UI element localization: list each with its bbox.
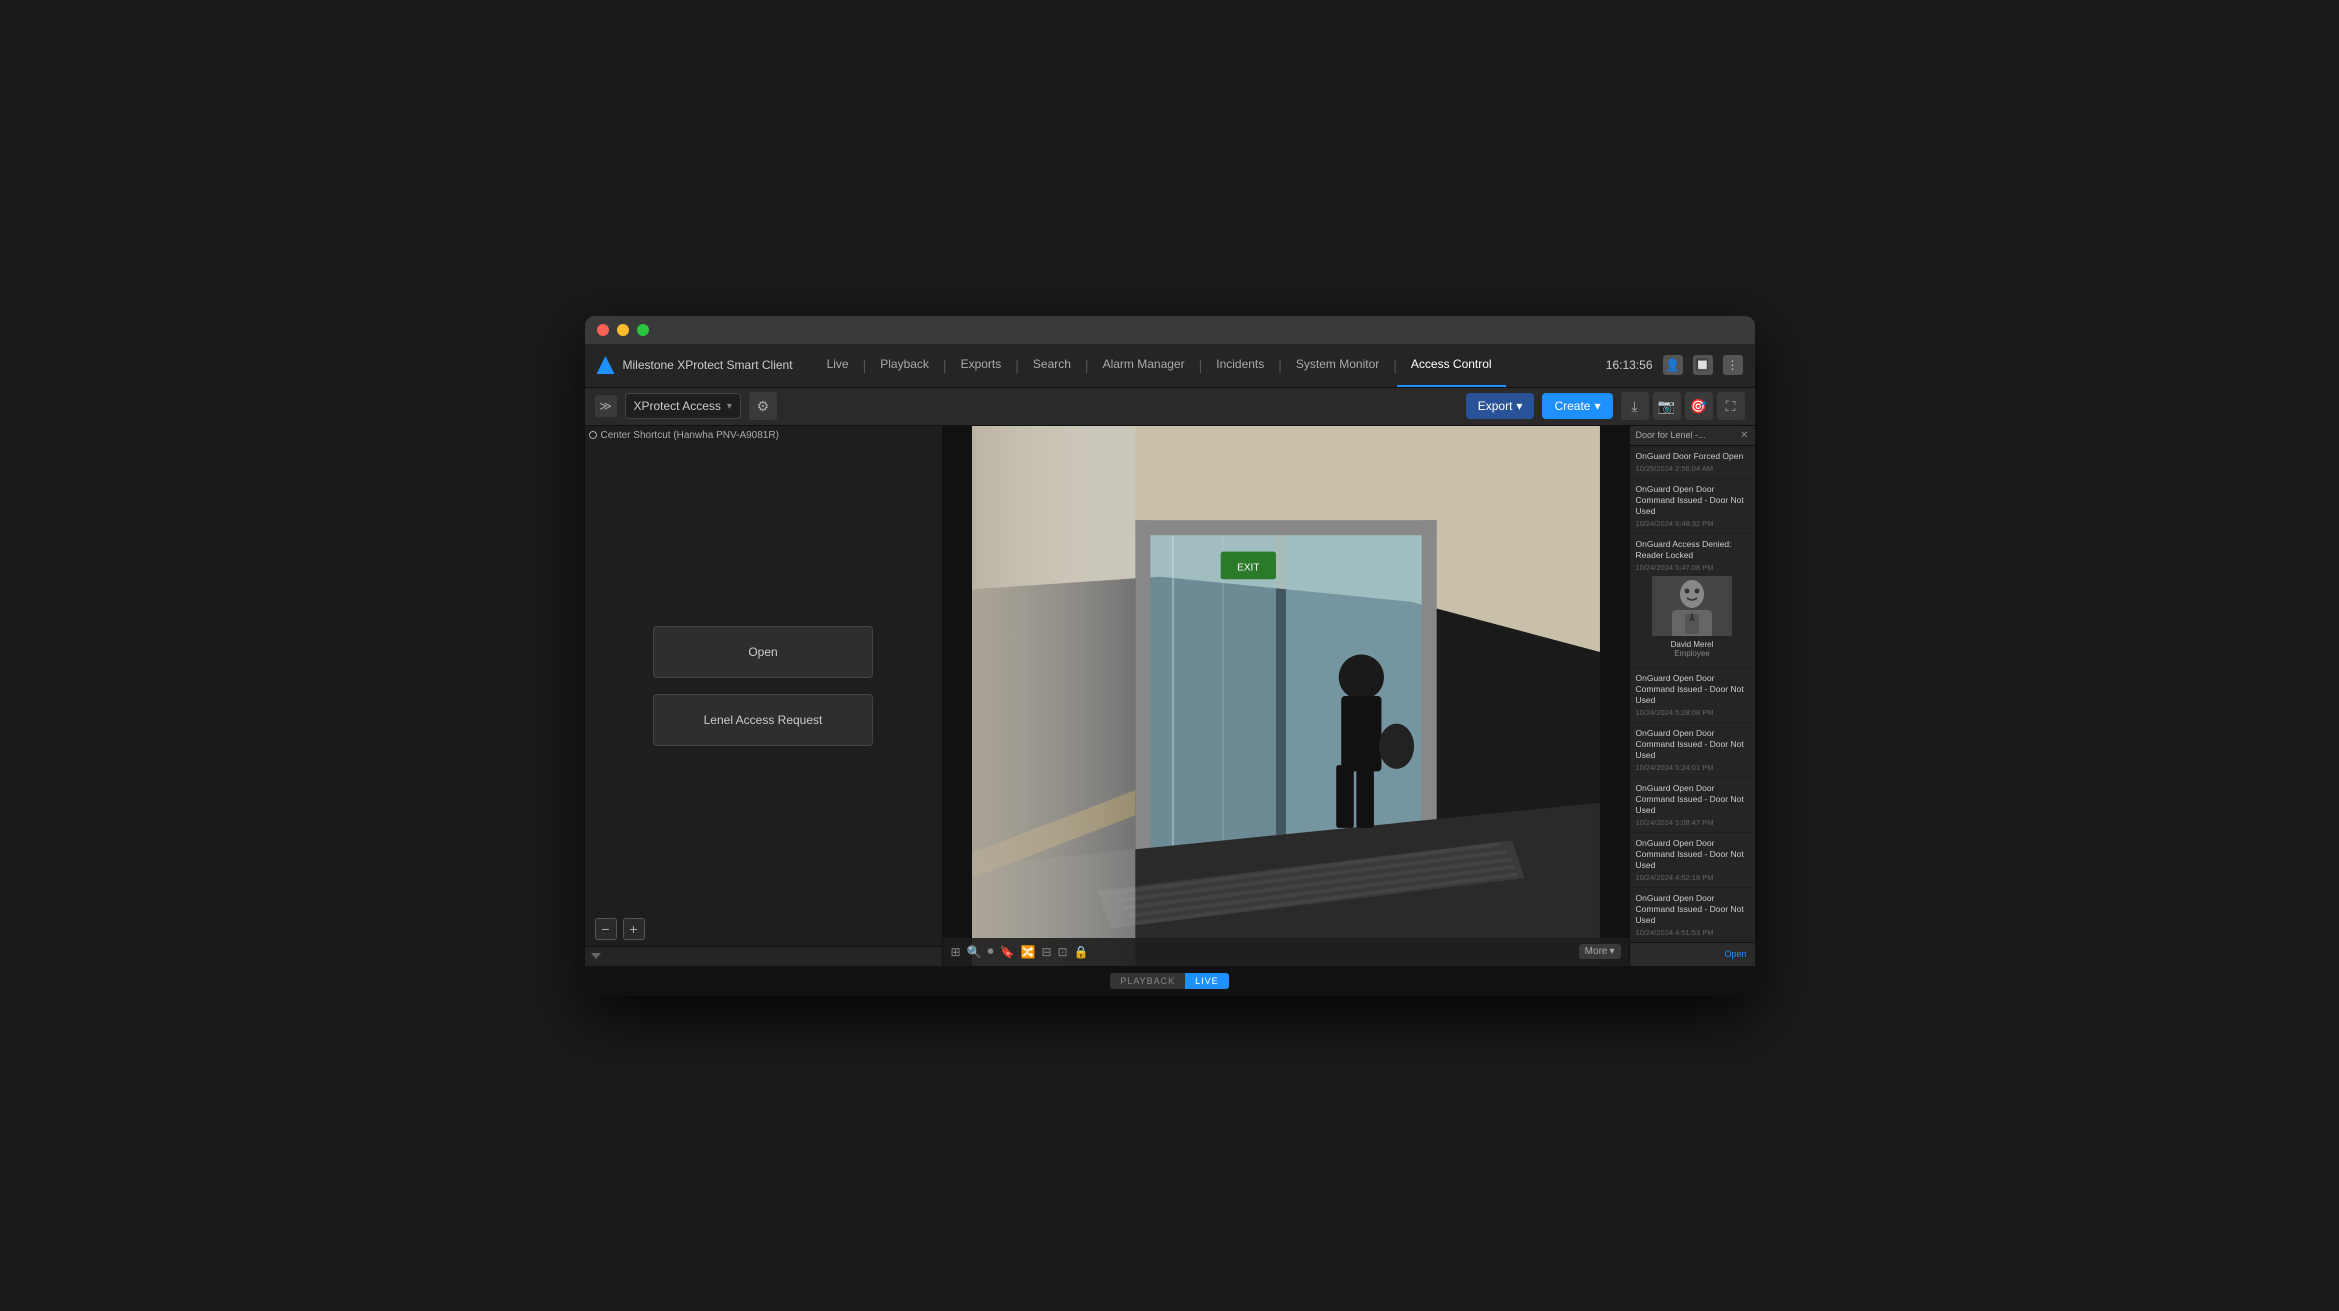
event-time: 10/24/2024 5:47:08 PM — [1636, 563, 1749, 572]
view-selector[interactable]: XProtect Access ▾ — [625, 393, 741, 419]
nav-menu: Live | Playback | Exports | Search | Ala… — [813, 344, 1606, 388]
zoom-controls: − + — [595, 918, 645, 940]
minimize-button[interactable] — [617, 324, 629, 336]
right-events-panel: Door for Lenel -... ✕ OnGuard Door Force… — [1629, 426, 1755, 966]
event-item-with-photo[interactable]: OnGuard Access Denied: Reader Locked 10/… — [1630, 534, 1755, 668]
move-icon[interactable]: ⤓ — [1621, 392, 1649, 420]
nav-item-alarm-manager[interactable]: Alarm Manager — [1089, 344, 1199, 388]
camera-bottom-bar: ⊞ 🔍 ⏺ 🔖 🔀 ⊟ ⊡ 🔒 More ▾ — [943, 938, 1629, 966]
camera-indicator — [589, 431, 597, 439]
cam-icon-6[interactable]: ⊟ — [1041, 945, 1051, 959]
close-button[interactable] — [597, 324, 609, 336]
top-bar: Milestone XProtect Smart Client Live | P… — [585, 344, 1755, 388]
event-title: OnGuard Open Door Command Issued - Door … — [1636, 838, 1749, 871]
cam-icon-1[interactable]: ⊞ — [951, 945, 961, 959]
title-bar — [585, 316, 1755, 344]
toolbar-right-icons: ⤓ 📷 🎯 ⛶ — [1621, 392, 1745, 420]
nav-item-live[interactable]: Live — [813, 344, 863, 388]
event-title: OnGuard Open Door Command Issued - Door … — [1636, 783, 1749, 816]
expand-panel-button[interactable]: ≫ — [595, 395, 617, 417]
cam-icon-3[interactable]: ⏺ — [988, 944, 994, 959]
event-time: 10/25/2024 2:56:04 AM — [1636, 464, 1749, 473]
main-content: Center Shortcut (Hanwha PNV-A9081R) Open… — [585, 426, 1755, 966]
event-time: 10/24/2024 4:51:53 PM — [1636, 928, 1749, 937]
event-time: 10/24/2024 5:24:01 PM — [1636, 763, 1749, 772]
export-button[interactable]: Export ▾ — [1466, 393, 1535, 419]
svg-text:EXIT: EXIT — [1237, 562, 1259, 573]
nav-item-access-control[interactable]: Access Control — [1397, 344, 1506, 388]
lenel-access-button[interactable]: Lenel Access Request — [653, 694, 873, 746]
cam-icon-2[interactable]: 🔍 — [967, 945, 982, 959]
event-item[interactable]: OnGuard Open Door Command Issued - Door … — [1630, 833, 1755, 888]
app-logo — [597, 356, 615, 374]
panel-bottom-indicator — [585, 946, 942, 966]
snapshot-icon[interactable]: 📷 — [1653, 392, 1681, 420]
event-time: 10/24/2024 6:48:32 PM — [1636, 519, 1749, 528]
event-title: OnGuard Door Forced Open — [1636, 451, 1749, 462]
event-item[interactable]: OnGuard Open Door Command Issued - Door … — [1630, 723, 1755, 778]
fullscreen-icon[interactable]: ⛶ — [1717, 392, 1745, 420]
person-photo — [1652, 576, 1732, 636]
cam-icon-4[interactable]: 🔖 — [1000, 945, 1015, 959]
nav-item-playback[interactable]: Playback — [866, 344, 943, 388]
open-door-button[interactable]: Open — [653, 626, 873, 678]
settings-icon[interactable]: ⚙ — [749, 392, 777, 420]
more-options-icon[interactable]: ⋮ — [1723, 355, 1743, 375]
more-button[interactable]: More ▾ — [1579, 944, 1621, 959]
view-select-text: XProtect Access — [634, 399, 721, 413]
user-settings-icon[interactable]: 👤 — [1663, 355, 1683, 375]
events-list: OnGuard Door Forced Open 10/25/2024 2:56… — [1630, 446, 1755, 942]
application-window: Milestone XProtect Smart Client Live | P… — [585, 316, 1755, 996]
person-role: Employee — [1636, 649, 1749, 658]
camera-feed[interactable]: EXIT — [943, 426, 1629, 966]
event-time: 10/24/2024 5:28:08 PM — [1636, 708, 1749, 717]
account-icon[interactable]: 🔲 — [1693, 355, 1713, 375]
chevron-down-icon: ▾ — [727, 401, 732, 412]
event-title: OnGuard Access Denied: Reader Locked — [1636, 539, 1749, 561]
left-panel: Center Shortcut (Hanwha PNV-A9081R) Open… — [585, 426, 943, 966]
event-title: OnGuard Open Door Command Issued - Door … — [1636, 673, 1749, 706]
panel-header-title: Door for Lenel -... — [1636, 430, 1706, 440]
app-chrome: Milestone XProtect Smart Client Live | P… — [585, 344, 1755, 996]
event-item[interactable]: OnGuard Open Door Command Issued - Door … — [1630, 778, 1755, 833]
event-time: 10/24/2024 4:52:18 PM — [1636, 873, 1749, 882]
nav-item-system-monitor[interactable]: System Monitor — [1282, 344, 1393, 388]
bottom-bar: PLAYBACK LIVE — [585, 966, 1755, 996]
zoom-in-button[interactable]: + — [623, 918, 645, 940]
cam-icon-5[interactable]: 🔀 — [1020, 945, 1035, 959]
camera-label: Center Shortcut (Hanwha PNV-A9081R) — [589, 430, 779, 441]
right-panel-footer: Open — [1630, 942, 1755, 966]
event-title: OnGuard Open Door Command Issued - Door … — [1636, 484, 1749, 517]
event-title: OnGuard Open Door Command Issued - Door … — [1636, 728, 1749, 761]
cam-icon-lock[interactable]: 🔒 — [1074, 945, 1089, 959]
top-bar-right: 16:13:56 👤 🔲 ⋮ — [1606, 355, 1743, 375]
nav-item-search[interactable]: Search — [1019, 344, 1085, 388]
playback-badge[interactable]: PLAYBACK — [1110, 973, 1185, 989]
maximize-button[interactable] — [637, 324, 649, 336]
create-button[interactable]: Create ▾ — [1542, 393, 1612, 419]
live-badge[interactable]: LIVE — [1185, 973, 1229, 989]
clock-display: 16:13:56 — [1606, 358, 1653, 372]
open-footer-button[interactable]: Open — [1724, 949, 1746, 959]
event-item[interactable]: OnGuard Open Door Command Issued - Door … — [1630, 888, 1755, 941]
person-name: David Merel — [1636, 640, 1749, 649]
cam-icon-7[interactable]: ⊡ — [1058, 945, 1068, 959]
toolbar-row: ≫ XProtect Access ▾ ⚙ Export ▾ Create ▾ … — [585, 388, 1755, 426]
nav-item-exports[interactable]: Exports — [947, 344, 1016, 388]
action-buttons-area: Open Lenel Access Request — [585, 426, 942, 946]
panel-close-icon[interactable]: ✕ — [1740, 430, 1748, 441]
camera-scene-svg: EXIT — [943, 426, 1629, 966]
event-item[interactable]: OnGuard Open Door Command Issued - Door … — [1630, 668, 1755, 723]
right-panel-header: Door for Lenel -... ✕ — [1630, 426, 1755, 446]
event-item[interactable]: OnGuard Open Door Command Issued - Door … — [1630, 479, 1755, 534]
ptz-icon[interactable]: 🎯 — [1685, 392, 1713, 420]
nav-item-incidents[interactable]: Incidents — [1202, 344, 1278, 388]
event-title: OnGuard Open Door Command Issued - Door … — [1636, 893, 1749, 926]
collapse-indicator — [591, 953, 601, 959]
app-title: Milestone XProtect Smart Client — [623, 358, 793, 372]
event-item[interactable]: OnGuard Door Forced Open 10/25/2024 2:56… — [1630, 446, 1755, 479]
zoom-out-button[interactable]: − — [595, 918, 617, 940]
event-time: 10/24/2024 5:08:47 PM — [1636, 818, 1749, 827]
